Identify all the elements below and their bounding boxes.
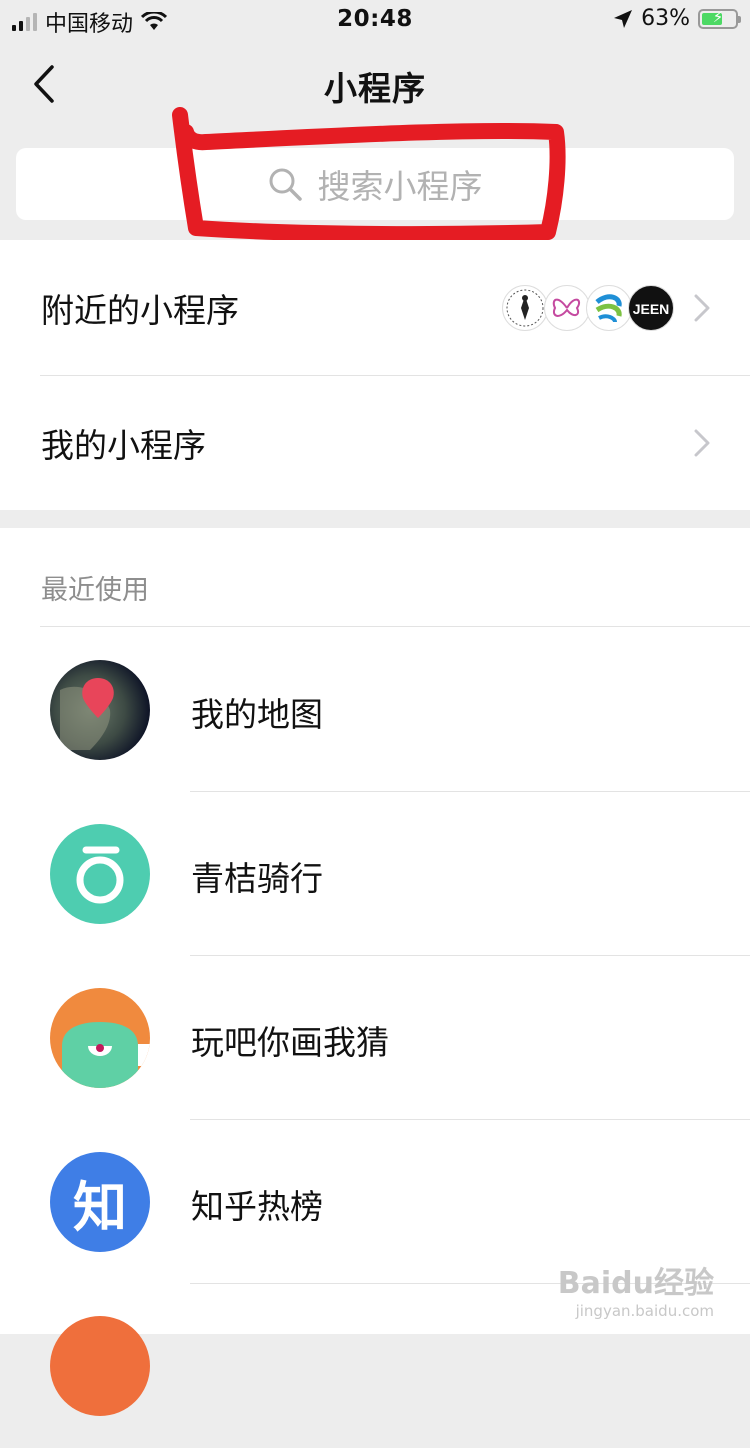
my-miniprograms-label: 我的小程序 bbox=[41, 425, 206, 465]
divider bbox=[40, 626, 750, 627]
nearby-logo-butterfly-icon bbox=[544, 284, 590, 331]
recent-item[interactable]: 青桔骑行 bbox=[0, 792, 750, 956]
search-box[interactable]: 搜索小程序 bbox=[16, 148, 734, 220]
page-title: 小程序 bbox=[324, 69, 426, 108]
charging-bolt-icon: ⚡ bbox=[712, 7, 724, 26]
chevron-right-icon bbox=[694, 429, 710, 456]
search-icon bbox=[269, 168, 302, 201]
recent-item[interactable]: 玩吧你画我猜 bbox=[0, 956, 750, 1120]
status-right: 63% ⚡ bbox=[613, 6, 741, 31]
recent-heading: 最近使用 bbox=[41, 575, 149, 606]
recent-item[interactable]: 我的地图 bbox=[0, 628, 750, 792]
chevron-right-icon bbox=[694, 294, 710, 321]
recent-item-name: 我的地图 bbox=[191, 695, 323, 734]
nearby-logo-jeen-icon: JEEN bbox=[628, 284, 674, 331]
recent-item-name: 玩吧你画我猜 bbox=[191, 1023, 389, 1062]
recent-item-name: 知乎热榜 bbox=[191, 1187, 323, 1226]
draw-guess-logo-icon bbox=[50, 988, 150, 1088]
nearby-logo-bodybuilder-icon bbox=[502, 284, 548, 331]
watermark: Baidu经验 jingyan.baidu.com bbox=[558, 1258, 714, 1320]
recent-card: 最近使用 我的地图 青桔骑行 玩吧你画我猜 知 知乎热榜 Baidu经验 jin… bbox=[0, 528, 750, 1416]
navigation-bar: 小程序 bbox=[0, 40, 750, 130]
nearby-thumbnails: JEEN bbox=[502, 284, 674, 331]
my-miniprograms-row[interactable]: 我的小程序 bbox=[0, 375, 750, 510]
location-arrow-icon bbox=[614, 9, 633, 28]
zhihu-logo-icon: 知 bbox=[50, 1152, 150, 1252]
qingju-logo-icon bbox=[50, 824, 150, 924]
nearby-label: 附近的小程序 bbox=[41, 290, 239, 330]
search-placeholder: 搜索小程序 bbox=[317, 167, 483, 206]
recent-item-name: 青桔骑行 bbox=[191, 859, 323, 898]
battery-percent: 63% bbox=[641, 6, 690, 31]
zhihu-glyph: 知 bbox=[73, 1175, 127, 1239]
watermark-text: Baidu经验 bbox=[557, 1266, 714, 1301]
battery-icon: ⚡ bbox=[698, 7, 741, 29]
nearby-miniprograms-row[interactable]: 附近的小程序 JEEN bbox=[0, 240, 750, 375]
svg-text:JEEN: JEEN bbox=[633, 301, 670, 317]
map-pin-icon bbox=[50, 660, 150, 760]
status-bar: 中国移动 20:48 63% ⚡ bbox=[0, 0, 750, 40]
menu-card: 附近的小程序 JEEN 我的小程序 bbox=[0, 240, 750, 510]
nearby-logo-china-mobile-icon bbox=[586, 284, 632, 331]
partial-app-icon bbox=[50, 1316, 150, 1416]
watermark-subtext: jingyan.baidu.com bbox=[575, 1302, 714, 1320]
